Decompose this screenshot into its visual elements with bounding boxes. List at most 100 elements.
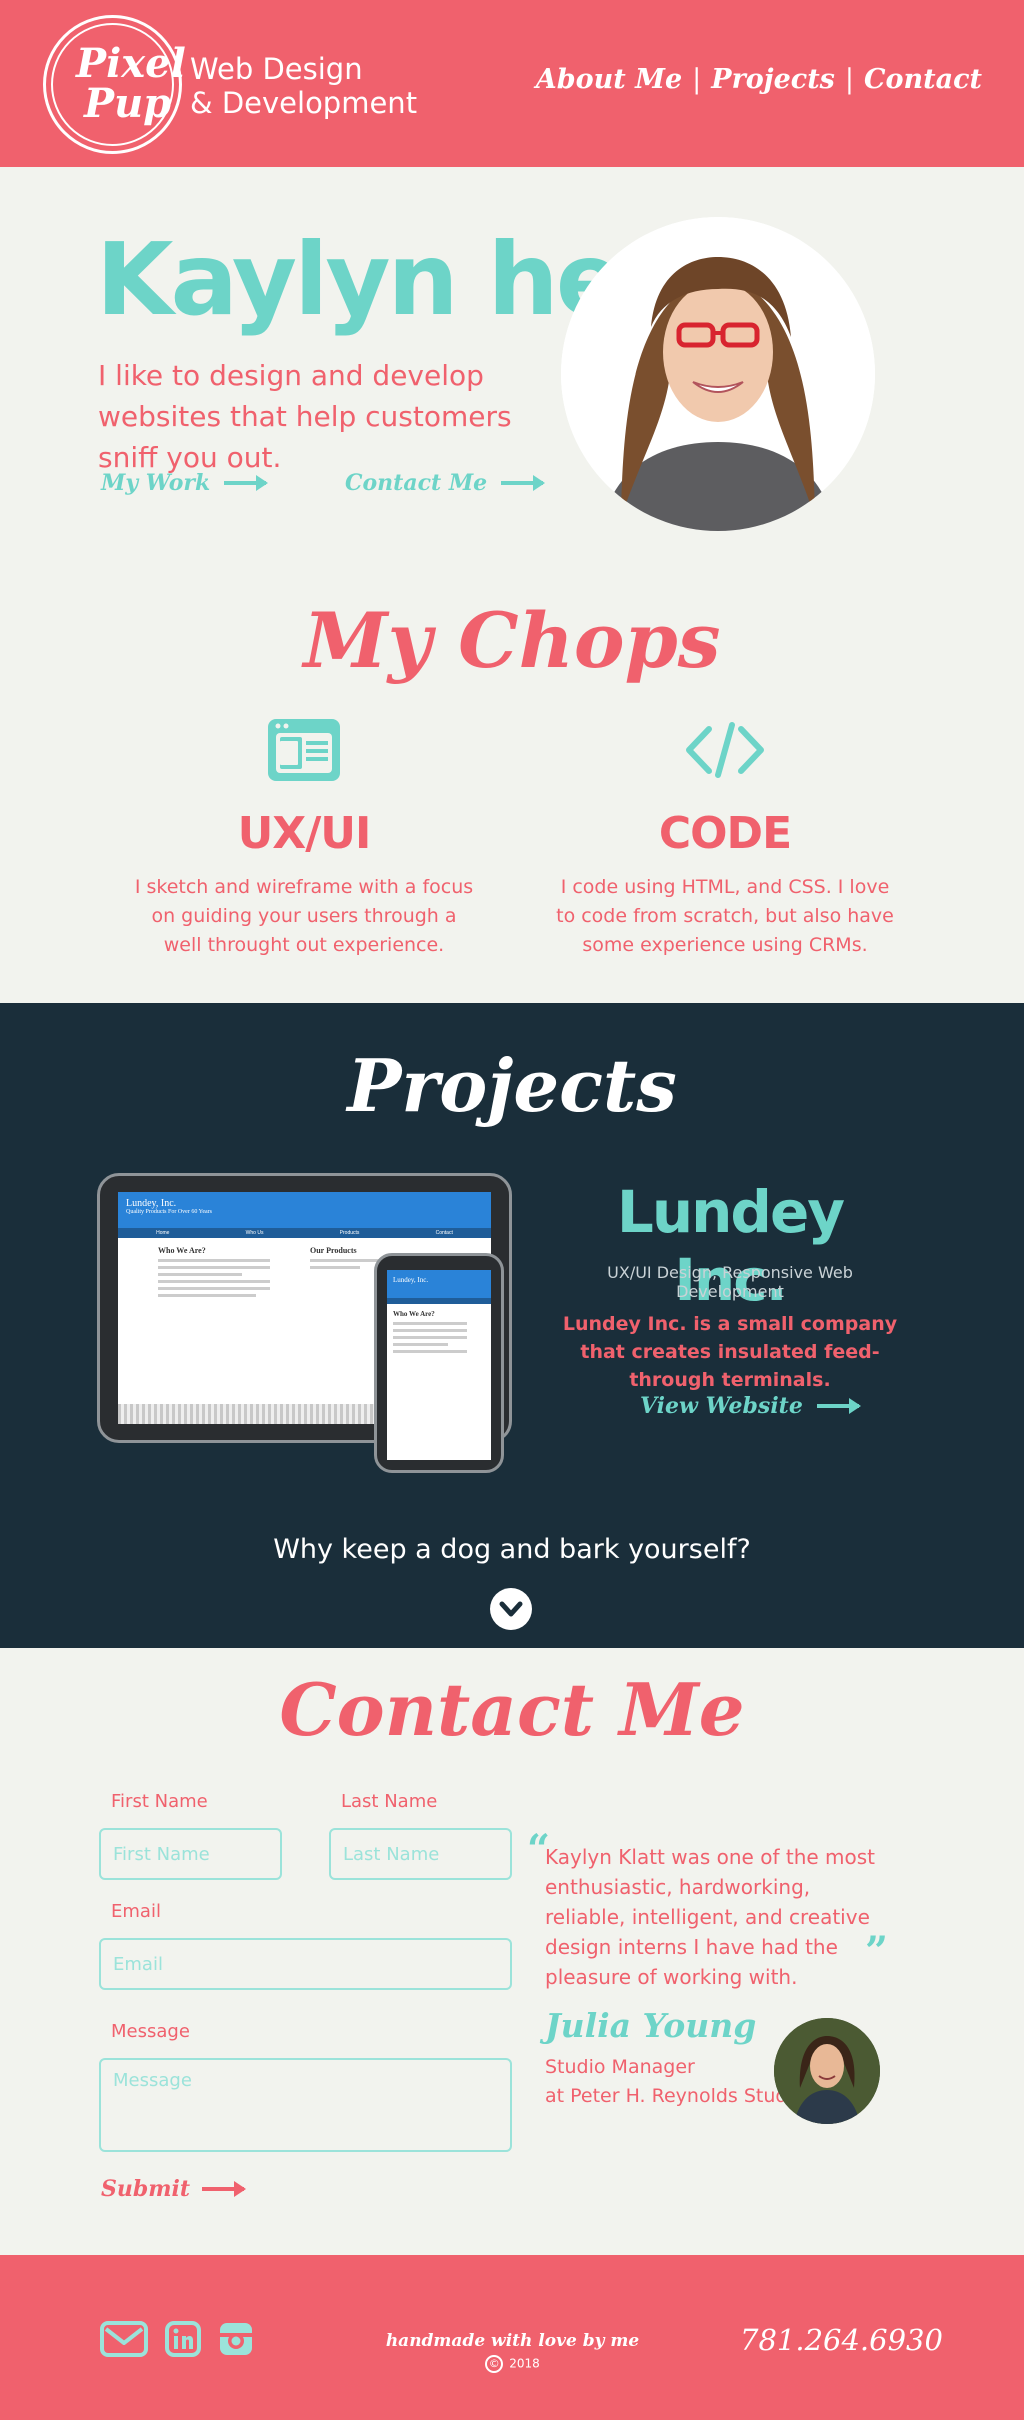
chop-ux-ui: UX/UI I sketch and wireframe with a focu… [134,715,474,960]
portrait-photo [561,217,875,531]
phone-screen: Lundey, Inc. Who We Are? [387,1270,491,1460]
mockup-text-line [158,1280,270,1283]
mockup-nav: Home Who Us Products Contact [118,1228,491,1238]
site-header: Pixel Pup Web Design & Development About… [0,0,1024,167]
testimonial-name: Julia Young [545,2006,757,2045]
arrow-right-icon [816,1398,861,1414]
mockup-text-line [393,1329,467,1332]
mockup-nav-item: Contact [435,1230,453,1236]
testimonial-role-line1: Studio Manager [545,2056,695,2078]
chop-text: I sketch and wireframe with a focus on g… [134,876,474,956]
mockup-tagline: Quality Products For Over 60 Years [126,1209,212,1215]
logo-tagline: Web Design & Development [190,52,417,120]
linkedin-link[interactable] [165,2321,213,2357]
project-description: Lundey Inc. is a small company that crea… [562,1313,898,1391]
mockup-heading-left: Who We Are? [158,1246,206,1255]
mockup-text-line [393,1343,449,1346]
mockup-text-line [158,1294,256,1297]
logo[interactable]: Pixel Pup [43,15,186,154]
main-nav: About Me | Projects | Contact [536,64,982,95]
copyright-icon: © [485,2355,504,2373]
contact-me-link[interactable]: Contact Me [345,470,546,496]
arrow-right-icon [224,475,269,491]
scroll-down-button[interactable] [490,1588,532,1630]
projects-title: Projects [347,1043,677,1128]
email-label: Email [111,1901,161,1922]
email-field[interactable] [99,1938,512,1990]
code-brackets-icon [686,722,764,778]
person-photo-icon [774,2018,880,2124]
arrow-right-icon [202,2181,247,2197]
mockup-nav-item: Who Us [245,1230,264,1236]
submit-button[interactable]: Submit [101,2176,247,2202]
camera-icon [220,2323,252,2355]
mockup-text-line [393,1322,467,1325]
tagline-line1: Web Design [190,52,363,86]
tagline-quote: Why keep a dog and bark yourself? [273,1534,751,1565]
mockup-phone-header: Lundey, Inc. [387,1270,491,1298]
submit-label: Submit [101,2176,191,2202]
mockup-text-line [158,1287,270,1290]
logo-word-pixel: Pixel [76,40,186,87]
site-footer: handmade with love by me © 2018 781.264.6… [0,2255,1024,2420]
testimonial-text: Kaylyn Klatt was one of the most enthusi… [545,1845,876,1989]
chops-title: My Chops [303,596,721,685]
chop-heading: UX/UI [237,808,372,859]
my-work-label: My Work [101,470,211,496]
first-name-label: First Name [111,1791,208,1812]
testimonial-avatar [774,2018,880,2124]
view-website-link[interactable]: View Website [640,1393,861,1419]
footer-copyright: © 2018 [380,2355,645,2373]
mockup-text-line [310,1266,360,1269]
mockup-text-line [393,1350,467,1353]
nav-contact[interactable]: Contact [864,64,982,95]
footer-credit: handmade with love by me [385,2331,640,2351]
nav-separator: | [844,64,854,95]
last-name-field[interactable] [329,1828,512,1880]
message-field[interactable] [99,2058,512,2152]
mail-icon [100,2321,148,2357]
mockup-header: Lundey, Inc. Quality Products For Over 6… [118,1192,491,1228]
contact-title: Contact Me [279,1667,745,1752]
tagline-line2: & Development [190,86,418,120]
message-label: Message [111,2021,190,2042]
mockup-nav-item: Home [156,1230,170,1236]
chop-code: CODE I code using HTML, and CSS. I love … [555,715,895,960]
first-name-field[interactable] [99,1828,282,1880]
testimonial-role: Studio Manager at Peter H. Reynolds Stud… [545,2053,804,2111]
testimonial-role-line2: at Peter H. Reynolds Studio [545,2085,805,2107]
view-website-label: View Website [640,1393,803,1419]
chop-text: I code using HTML, and CSS. I love to co… [556,876,894,956]
project-mockup: Lundey, Inc. Quality Products For Over 6… [97,1173,517,1483]
hero-subtitle: I like to design and develop websites th… [98,359,512,474]
close-quote-icon: ” [865,1928,889,1975]
camera-link[interactable] [218,2321,266,2357]
nav-separator: | [692,64,702,95]
person-photo-icon [561,217,875,531]
logo-word-pup: Pup [84,80,172,127]
chop-heading: CODE [658,808,792,859]
linkedin-icon [165,2321,201,2357]
mockup-text-line [393,1336,467,1339]
contact-me-label: Contact Me [345,470,488,496]
mockup-text-line [158,1266,270,1269]
copyright-year: 2018 [509,2356,540,2371]
phone-mockup: Lundey, Inc. Who We Are? [374,1253,504,1473]
nav-projects[interactable]: Projects [711,64,835,95]
mockup-company: Lundey, Inc. [126,1198,177,1209]
arrow-right-icon [501,475,546,491]
mail-link[interactable] [100,2321,148,2357]
chevron-down-icon [499,1601,523,1617]
my-work-link[interactable]: My Work [101,470,269,496]
mockup-text-line [158,1273,242,1276]
project-type: UX/UI Design, Responsive Web Development [607,1263,853,1301]
last-name-label: Last Name [341,1791,438,1812]
phone-link[interactable]: 781.264.6930 [740,2323,943,2357]
nav-about-me[interactable]: About Me [536,64,682,95]
browser-window-icon [268,719,340,781]
mockup-left-column: Who We Are? [158,1246,298,1301]
mockup-phone-body: Who We Are? [387,1304,491,1363]
mockup-text-line [158,1259,270,1262]
mockup-phone-heading: Who We Are? [393,1310,435,1318]
projects-section: Projects Lundey, Inc. Quality Products F… [0,1003,1024,1648]
